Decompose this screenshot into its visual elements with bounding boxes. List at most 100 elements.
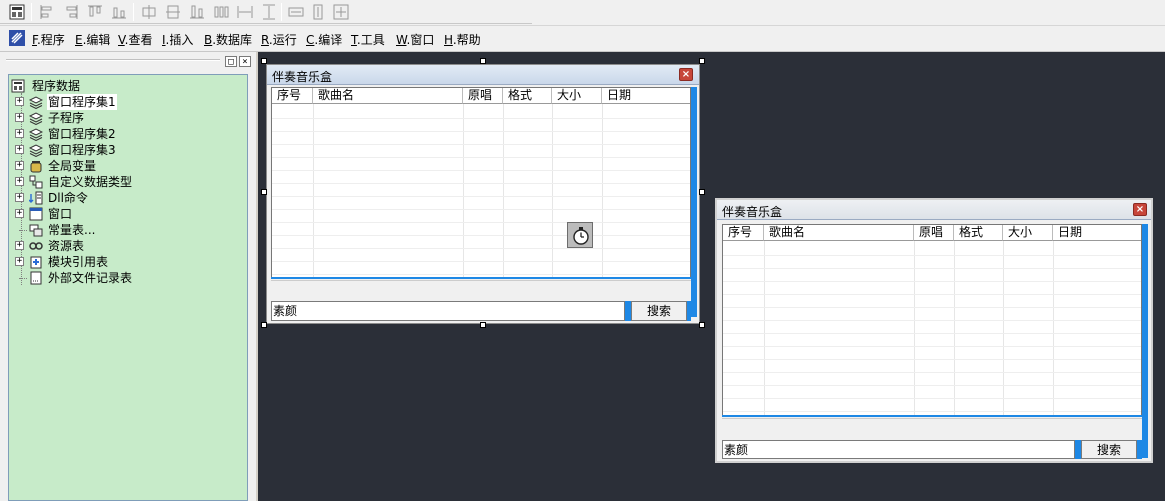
center-vertical-icon[interactable] (164, 3, 182, 21)
vertical-scrollbar[interactable] (1142, 224, 1148, 458)
resize-handle-se[interactable] (699, 322, 705, 328)
timer-component[interactable] (567, 222, 593, 248)
menu-help[interactable]: H.帮助 (444, 31, 481, 48)
resize-handle-ne[interactable] (699, 58, 705, 64)
menu-program[interactable]: F.程序 (32, 31, 65, 48)
tree-item[interactable]: + 子程序 (15, 110, 235, 126)
close-icon[interactable]: × (1133, 203, 1147, 216)
panel-restore-button[interactable]: □ (225, 56, 237, 67)
expand-icon[interactable]: + (15, 209, 24, 218)
music-box-window[interactable]: 伴奏音乐盒 × 序号 歌曲名 原唱 格式 大小 日期 素颜 搜索 (715, 198, 1153, 463)
tree-item[interactable]: 外部文件记录表 (15, 270, 235, 286)
search-input[interactable]: 素颜 (271, 301, 625, 321)
row-gridline (723, 268, 1141, 269)
music-box-form-design[interactable]: 伴奏音乐盒 × 序号 歌曲名 原唱 格式 大小 日期 素颜 搜索 (266, 64, 700, 324)
resize-handle-n[interactable] (480, 58, 486, 64)
layers-icon (28, 111, 44, 126)
col-header-date[interactable]: 日期 (1053, 225, 1141, 241)
tree-root[interactable]: 程序数据 (11, 78, 211, 94)
row-gridline (272, 248, 690, 249)
search-input[interactable]: 素颜 (722, 440, 1075, 459)
menu-database[interactable]: B.数据库 (204, 31, 252, 48)
space-horizontal-icon[interactable] (236, 3, 254, 21)
resize-handle-nw[interactable] (261, 58, 267, 64)
datatype-icon (29, 175, 43, 189)
menu-compile[interactable]: C.编译 (306, 31, 342, 48)
song-listview[interactable]: 序号 歌曲名 原唱 格式 大小 日期 (271, 87, 691, 278)
menu-view[interactable]: V.查看 (118, 31, 153, 48)
tree-item[interactable]: + 窗口程序集3 (15, 142, 235, 158)
col-header-format[interactable]: 格式 (503, 88, 552, 104)
tree-item[interactable]: 常量表... (15, 222, 235, 238)
vertical-scrollbar[interactable] (691, 87, 697, 317)
panel-header: □ × (0, 54, 256, 70)
song-listview[interactable]: 序号 歌曲名 原唱 格式 大小 日期 (722, 224, 1142, 416)
tree-item[interactable]: + 模块引用表 (15, 254, 235, 270)
resize-handle-sw[interactable] (261, 322, 267, 328)
expand-icon[interactable]: + (15, 129, 24, 138)
same-size-icon[interactable] (332, 3, 350, 21)
col-header-song[interactable]: 歌曲名 (764, 225, 914, 241)
tree-item[interactable]: + 窗口程序集1 (15, 94, 235, 110)
expand-icon[interactable]: + (15, 161, 24, 170)
align-left-icon[interactable] (38, 3, 56, 21)
close-icon[interactable]: × (679, 68, 693, 81)
tree-item[interactable]: + 窗口 (15, 206, 235, 222)
panel-grip[interactable] (6, 59, 220, 61)
menu-window[interactable]: W.窗口 (396, 31, 434, 48)
tree-item[interactable]: + Dll命令 (15, 190, 235, 206)
col-header-format[interactable]: 格式 (954, 225, 1003, 241)
same-width-icon[interactable] (287, 3, 305, 21)
window-layout-icon[interactable] (8, 3, 26, 21)
col-header-index[interactable]: 序号 (272, 88, 313, 104)
menu-tools[interactable]: T.工具 (351, 31, 385, 48)
col-header-song[interactable]: 歌曲名 (313, 88, 463, 104)
col-header-singer[interactable]: 原唱 (463, 88, 503, 104)
resize-handle-e[interactable] (699, 189, 705, 195)
expand-icon[interactable]: + (15, 113, 24, 122)
expand-icon[interactable]: + (15, 145, 24, 154)
align-right-icon[interactable] (62, 3, 80, 21)
tree-item[interactable]: + 窗口程序集2 (15, 126, 235, 142)
row-gridline (723, 281, 1141, 282)
search-button[interactable]: 搜索 (631, 301, 687, 321)
menu-edit[interactable]: E.编辑 (75, 31, 110, 48)
window-titlebar[interactable]: 伴奏音乐盒 × (717, 200, 1151, 220)
menu-run[interactable]: R.运行 (261, 31, 297, 48)
col-header-index[interactable]: 序号 (723, 225, 764, 241)
same-height-icon[interactable] (309, 3, 327, 21)
row-gridline (272, 118, 690, 119)
row-gridline (723, 346, 1141, 347)
expand-icon[interactable]: + (15, 241, 24, 250)
panel-splitter[interactable] (256, 52, 258, 501)
distribute-bars-icon[interactable] (212, 3, 230, 21)
search-spacer-right (1137, 440, 1142, 459)
expand-icon[interactable]: + (15, 97, 24, 106)
tree-item[interactable]: + 自定义数据类型 (15, 174, 235, 190)
col-header-singer[interactable]: 原唱 (914, 225, 954, 241)
col-header-size[interactable]: 大小 (552, 88, 602, 104)
search-button[interactable]: 搜索 (1081, 440, 1137, 459)
tree-item[interactable]: + 资源表 (15, 238, 235, 254)
align-bottom-icon[interactable] (110, 3, 128, 21)
expand-icon[interactable]: + (15, 177, 24, 186)
expand-icon[interactable]: + (15, 193, 24, 202)
alignment-toolbar (0, 0, 1165, 26)
expand-icon[interactable]: + (15, 257, 24, 266)
col-header-size[interactable]: 大小 (1003, 225, 1053, 241)
col-header-date[interactable]: 日期 (602, 88, 690, 104)
row-gridline (723, 307, 1141, 308)
tree-item[interactable]: + 全局变量 (15, 158, 235, 174)
resize-handle-s[interactable] (480, 322, 486, 328)
app-logo-icon (8, 29, 26, 47)
align-top-icon[interactable] (86, 3, 104, 21)
distribute-top-icon[interactable] (188, 3, 206, 21)
space-vertical-icon[interactable] (260, 3, 278, 21)
form-titlebar[interactable]: 伴奏音乐盒 × (267, 65, 699, 85)
layers-icon (28, 127, 44, 142)
form-title: 伴奏音乐盒 (272, 70, 333, 84)
center-horizontal-icon[interactable] (140, 3, 158, 21)
resize-handle-w[interactable] (261, 189, 267, 195)
menu-insert[interactable]: I.插入 (162, 31, 193, 48)
panel-close-button[interactable]: × (239, 56, 251, 67)
